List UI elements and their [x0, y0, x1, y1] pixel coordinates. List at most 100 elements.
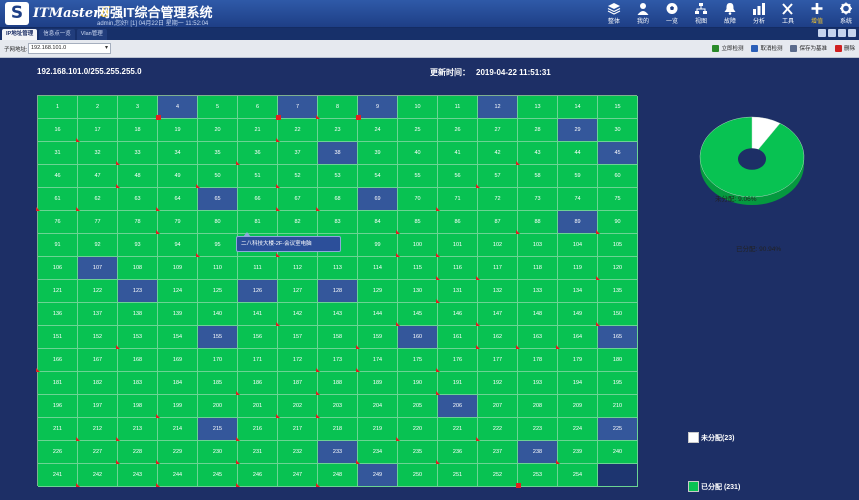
- add-icon[interactable]: [828, 29, 836, 37]
- ip-cell[interactable]: 83: [318, 211, 358, 234]
- ip-cell[interactable]: 124: [158, 280, 198, 303]
- ip-cell[interactable]: 14: [558, 96, 598, 119]
- tab-vlan-management[interactable]: Vlan管理: [76, 29, 107, 40]
- ip-cell[interactable]: 135: [598, 280, 638, 303]
- ip-cell[interactable]: 54: [358, 165, 398, 188]
- delete-button[interactable]: 删除: [834, 44, 855, 52]
- ip-cell[interactable]: 25: [398, 119, 438, 142]
- ip-cell[interactable]: 48: [116, 165, 158, 188]
- ip-cell[interactable]: 207: [478, 395, 518, 418]
- ip-cell[interactable]: 191: [436, 372, 478, 395]
- ip-cell[interactable]: 200: [198, 395, 238, 418]
- ip-cell[interactable]: 57: [476, 165, 518, 188]
- ip-cell[interactable]: 119: [558, 257, 598, 280]
- ip-cell[interactable]: 61: [36, 188, 78, 211]
- ip-cell[interactable]: 196: [38, 395, 78, 418]
- ip-cell[interactable]: 138: [118, 303, 158, 326]
- ip-cell[interactable]: 21: [238, 119, 278, 142]
- ip-cell[interactable]: 251: [438, 464, 478, 487]
- ip-cell[interactable]: 242: [76, 464, 118, 487]
- ip-cell[interactable]: 75: [598, 188, 638, 211]
- ip-cell[interactable]: 152: [78, 326, 118, 349]
- ip-cell[interactable]: 121: [38, 280, 78, 303]
- ip-cell[interactable]: 10: [398, 96, 438, 119]
- ip-cell[interactable]: 37: [278, 142, 318, 165]
- ip-cell[interactable]: 72: [478, 188, 518, 211]
- nav-item-tools[interactable]: 工具: [775, 0, 801, 28]
- ip-cell[interactable]: 15: [598, 96, 638, 119]
- ip-cell[interactable]: 147: [476, 303, 518, 326]
- ip-cell[interactable]: 89: [558, 211, 598, 234]
- ip-cell[interactable]: 226: [38, 441, 78, 464]
- ip-cell[interactable]: 12: [478, 96, 518, 119]
- ip-cell[interactable]: 60: [598, 165, 638, 188]
- nav-item-network[interactable]: 视图: [688, 0, 714, 28]
- ip-cell[interactable]: 133: [518, 280, 558, 303]
- ip-cell[interactable]: 45: [598, 142, 638, 165]
- ip-cell[interactable]: 129: [358, 280, 398, 303]
- ip-cell[interactable]: 163: [516, 326, 558, 349]
- ip-cell[interactable]: 130: [398, 280, 438, 303]
- tab-ip-management[interactable]: IP地址管理: [2, 29, 38, 40]
- ip-cell[interactable]: 29: [558, 119, 598, 142]
- ip-cell[interactable]: 162: [476, 326, 518, 349]
- ip-cell[interactable]: 64: [156, 188, 198, 211]
- ip-cell[interactable]: 100: [396, 234, 438, 257]
- ip-cell[interactable]: 232: [278, 441, 318, 464]
- ip-cell[interactable]: 247: [278, 464, 318, 487]
- ip-cell[interactable]: 65: [198, 188, 238, 211]
- ip-cell[interactable]: 215: [198, 418, 238, 441]
- ip-cell[interactable]: 16: [38, 119, 78, 142]
- ip-cell[interactable]: 175: [398, 349, 438, 372]
- save-baseline-button[interactable]: 保存为基准: [790, 44, 827, 52]
- ip-cell[interactable]: 209: [558, 395, 598, 418]
- ip-cell[interactable]: 218: [318, 418, 358, 441]
- ip-cell[interactable]: 166: [36, 349, 78, 372]
- ip-cell[interactable]: 179: [558, 349, 598, 372]
- ip-cell[interactable]: 146: [438, 303, 478, 326]
- ip-cell[interactable]: 221: [438, 418, 478, 441]
- ip-cell[interactable]: 140: [198, 303, 238, 326]
- ip-cell[interactable]: 80: [198, 211, 238, 234]
- ip-cell[interactable]: 51: [238, 165, 278, 188]
- ip-cell[interactable]: 24: [358, 119, 398, 142]
- settings-icon[interactable]: [848, 29, 856, 37]
- ip-cell[interactable]: 90: [596, 211, 638, 234]
- ip-cell[interactable]: 144: [358, 303, 398, 326]
- ip-cell[interactable]: 211: [38, 418, 78, 441]
- ip-cell[interactable]: 93: [118, 234, 158, 257]
- ip-cell[interactable]: 49: [158, 165, 198, 188]
- ip-cell[interactable]: 38: [318, 142, 358, 165]
- ip-cell[interactable]: 173: [316, 349, 358, 372]
- ip-cell[interactable]: 250: [398, 464, 438, 487]
- ip-cell[interactable]: 216: [236, 418, 278, 441]
- ip-cell[interactable]: 1: [38, 96, 78, 119]
- ip-cell[interactable]: 185: [198, 372, 238, 395]
- ip-cell[interactable]: 88: [516, 211, 558, 234]
- ip-cell[interactable]: 167: [78, 349, 118, 372]
- ip-cell[interactable]: 104: [558, 234, 598, 257]
- ip-cell[interactable]: 190: [398, 372, 438, 395]
- export-icon[interactable]: [838, 29, 846, 37]
- nav-item-chart[interactable]: 分析: [746, 0, 772, 28]
- ip-cell[interactable]: 181: [38, 372, 78, 395]
- ip-cell[interactable]: 169: [158, 349, 198, 372]
- ip-cell[interactable]: 77: [78, 211, 118, 234]
- ip-cell[interactable]: 47: [78, 165, 118, 188]
- ip-cell[interactable]: 42: [478, 142, 518, 165]
- ip-cell[interactable]: 94: [158, 234, 198, 257]
- ip-cell[interactable]: 222: [476, 418, 518, 441]
- ip-cell[interactable]: 110: [198, 257, 238, 280]
- ip-cell[interactable]: 197: [78, 395, 118, 418]
- ip-cell[interactable]: 120: [596, 257, 638, 280]
- ip-cell[interactable]: 227: [78, 441, 118, 464]
- ip-cell[interactable]: 87: [478, 211, 518, 234]
- ip-cell[interactable]: 253: [516, 464, 558, 488]
- ip-cell[interactable]: 240: [598, 441, 638, 464]
- ip-cell[interactable]: 34: [158, 142, 198, 165]
- ip-cell[interactable]: 178: [518, 349, 558, 372]
- ip-cell[interactable]: 187: [278, 372, 318, 395]
- ip-cell[interactable]: 99: [358, 234, 398, 257]
- ip-cell[interactable]: 235: [398, 441, 438, 464]
- ip-cell[interactable]: 223: [518, 418, 558, 441]
